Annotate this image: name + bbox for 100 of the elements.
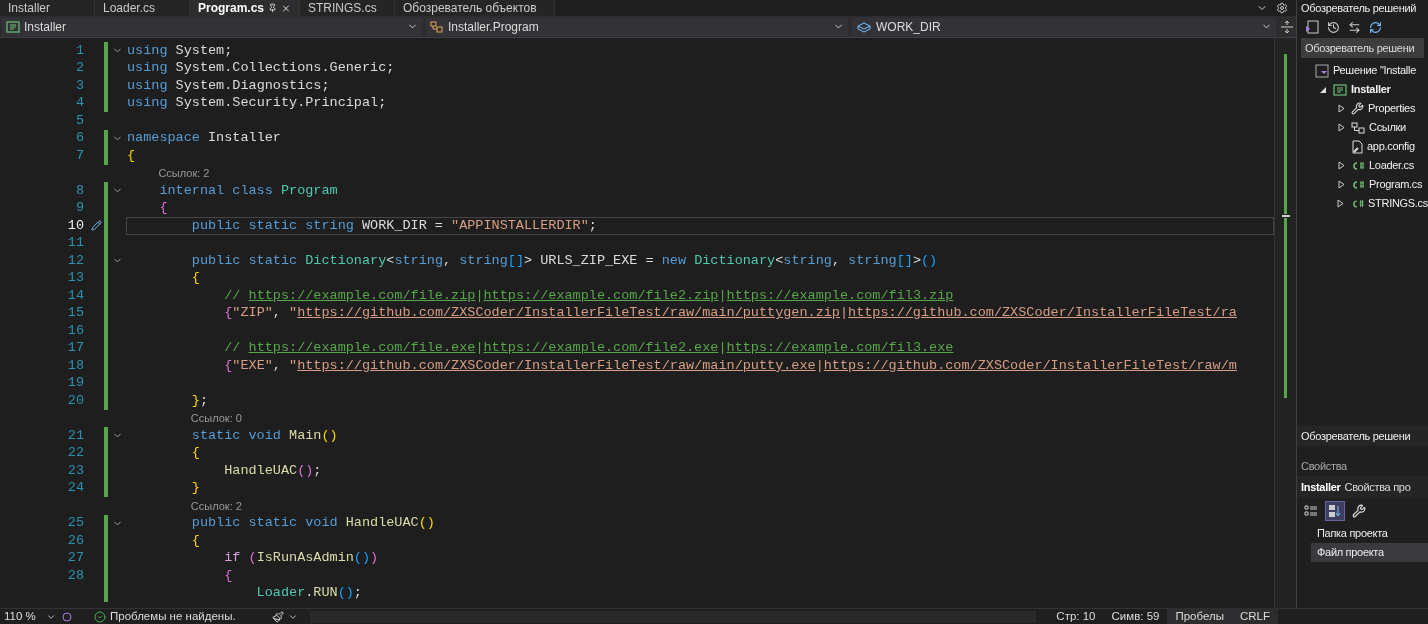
code-line: using System.Security.Principal;: [127, 94, 387, 113]
code-line: public static string WORK_DIR = "APPINSTALLERDIR";: [190, 216, 597, 235]
code-line: {: [190, 269, 200, 288]
class-icon: [430, 20, 444, 33]
history-icon[interactable]: [1327, 20, 1340, 34]
tree-item[interactable]: Loader.cs: [1335, 156, 1428, 175]
line-number: 27: [67, 550, 84, 566]
code-line: };: [190, 391, 209, 410]
line-number: 13: [67, 270, 84, 286]
file-tab[interactable]: STRINGS.cs: [300, 0, 395, 16]
code-line: }: [190, 479, 200, 498]
tree-item[interactable]: Ссылки: [1335, 118, 1428, 137]
line-number: 14: [67, 287, 84, 303]
sort-button[interactable]: [1325, 501, 1345, 521]
reference-count[interactable]: Ссылок: 2: [190, 497, 242, 514]
code-line: // https://example.com/file.exe|https://example.com/file2.exe|https://example.com/fil3.exe: [223, 339, 954, 358]
collapsed-arrow-icon[interactable]: [1337, 104, 1345, 113]
line-number: 9: [75, 200, 84, 216]
code-line: static void Main(): [190, 426, 338, 445]
settings-icon[interactable]: [1276, 2, 1288, 14]
field-icon: [856, 20, 872, 33]
tree-item[interactable]: Installer: [1317, 80, 1428, 99]
property-row[interactable]: Папка проекта: [1311, 524, 1428, 543]
check-icon: [94, 610, 106, 623]
code-file-icon: [1333, 83, 1347, 96]
project-dropdown[interactable]: Installer: [2, 17, 422, 36]
line-number: 11: [67, 235, 84, 251]
object-name: Installer: [1301, 479, 1341, 495]
line-number: 3: [75, 77, 84, 93]
vertical-scrollbar[interactable]: [1274, 38, 1296, 608]
pencil-icon[interactable]: [90, 220, 102, 232]
object-type: Свойства про: [1344, 479, 1411, 495]
code-line: {: [127, 146, 136, 165]
line-number: 12: [67, 252, 84, 268]
code-line: using System.Diagnostics;: [127, 76, 330, 95]
collapsed-arrow-icon[interactable]: [1337, 199, 1345, 208]
code-line: {: [190, 444, 200, 463]
split-icon[interactable]: [1280, 19, 1294, 34]
brush-icon[interactable]: [271, 610, 284, 623]
line-number: 20: [67, 392, 84, 408]
member-dropdown[interactable]: WORK_DIR: [852, 17, 1276, 36]
line-number: 7: [75, 147, 84, 163]
property-row[interactable]: Файл проекта: [1311, 543, 1428, 562]
tree-item[interactable]: app.config: [1335, 137, 1428, 156]
code-file-icon: [1350, 198, 1365, 209]
code-line: HandleUAC();: [223, 461, 322, 480]
tree-item[interactable]: Решение "Installe: [1299, 61, 1428, 80]
line-number: 4: [75, 95, 84, 111]
issues-status[interactable]: Проблемы не найдены.: [110, 607, 236, 624]
pin-icon[interactable]: [268, 3, 278, 13]
class-dropdown[interactable]: Installer.Program: [426, 17, 848, 36]
panel-tab[interactable]: Обозреватель решени: [1297, 426, 1428, 446]
code-file-icon: [1351, 179, 1365, 190]
panel-title: Свойства: [1300, 458, 1348, 474]
line-number: 10: [67, 217, 84, 233]
sort-icon: [1328, 504, 1342, 518]
code-file-icon: [1351, 160, 1365, 171]
code-line: using System.Collections.Generic;: [127, 59, 395, 78]
search-field[interactable]: Обозреватель решени: [1301, 38, 1424, 58]
line-number: 2: [75, 60, 84, 76]
code-line: {: [158, 199, 168, 218]
file-tab[interactable]: Installer: [0, 0, 95, 16]
line-position[interactable]: Стр: 10: [1048, 607, 1104, 624]
code-line: // https://example.com/file.zip|https://example.com/file2.zip|https://example.com/fil3.zip: [223, 286, 954, 305]
refresh-icon[interactable]: [1369, 20, 1382, 34]
collapsed-arrow-icon[interactable]: [1337, 180, 1345, 189]
tree-item[interactable]: STRINGS.cs: [1335, 194, 1428, 213]
sync-icon[interactable]: [1348, 20, 1361, 34]
collapsed-arrow-icon[interactable]: [1337, 161, 1345, 170]
expanded-arrow-icon[interactable]: [1319, 85, 1327, 94]
code-line: {"ZIP", "https://github.com/ZXSCoder/InstallerFileTest/raw/main/puttygen.zip|https://github.com/ZXSCoder/InstallerFileTest/ra: [223, 304, 1237, 323]
code-file-icon: [6, 20, 20, 33]
line-number: 26: [67, 532, 84, 548]
solution-icon[interactable]: [1305, 20, 1319, 34]
panel-title: Обозреватель решений: [1300, 1, 1418, 16]
file-tab[interactable]: Обозреватель объектов: [395, 0, 555, 16]
code-line: if (IsRunAsAdmin()): [223, 549, 379, 568]
list-icon: [1304, 505, 1318, 517]
line-number: 17: [67, 340, 84, 356]
file-tab[interactable]: Program.cs: [190, 0, 300, 16]
tree-item[interactable]: Properties: [1335, 99, 1428, 118]
code-line: using System;: [127, 41, 233, 60]
column-position[interactable]: Симв: 59: [1103, 607, 1168, 624]
close-icon[interactable]: [281, 2, 291, 14]
line-number: 16: [67, 322, 84, 338]
line-number: 6: [75, 130, 84, 146]
reference-count[interactable]: Ссылок: 2: [158, 165, 210, 182]
zoom-dropdown[interactable]: 110 %: [0, 607, 60, 624]
collapsed-arrow-icon[interactable]: [1337, 123, 1345, 132]
line-number: 5: [75, 112, 84, 128]
file-tab[interactable]: Loader.cs: [95, 0, 190, 16]
line-number: 28: [67, 567, 84, 583]
line-number: 8: [75, 182, 84, 198]
tree-item[interactable]: Program.cs: [1335, 175, 1428, 194]
reference-count[interactable]: Ссылок: 0: [190, 410, 242, 427]
line-number: 21: [67, 427, 84, 443]
code-line: internal class Program: [158, 181, 338, 200]
line-number: 22: [67, 445, 84, 461]
wrench-icon: [1351, 102, 1364, 115]
references-icon: [1351, 121, 1365, 134]
